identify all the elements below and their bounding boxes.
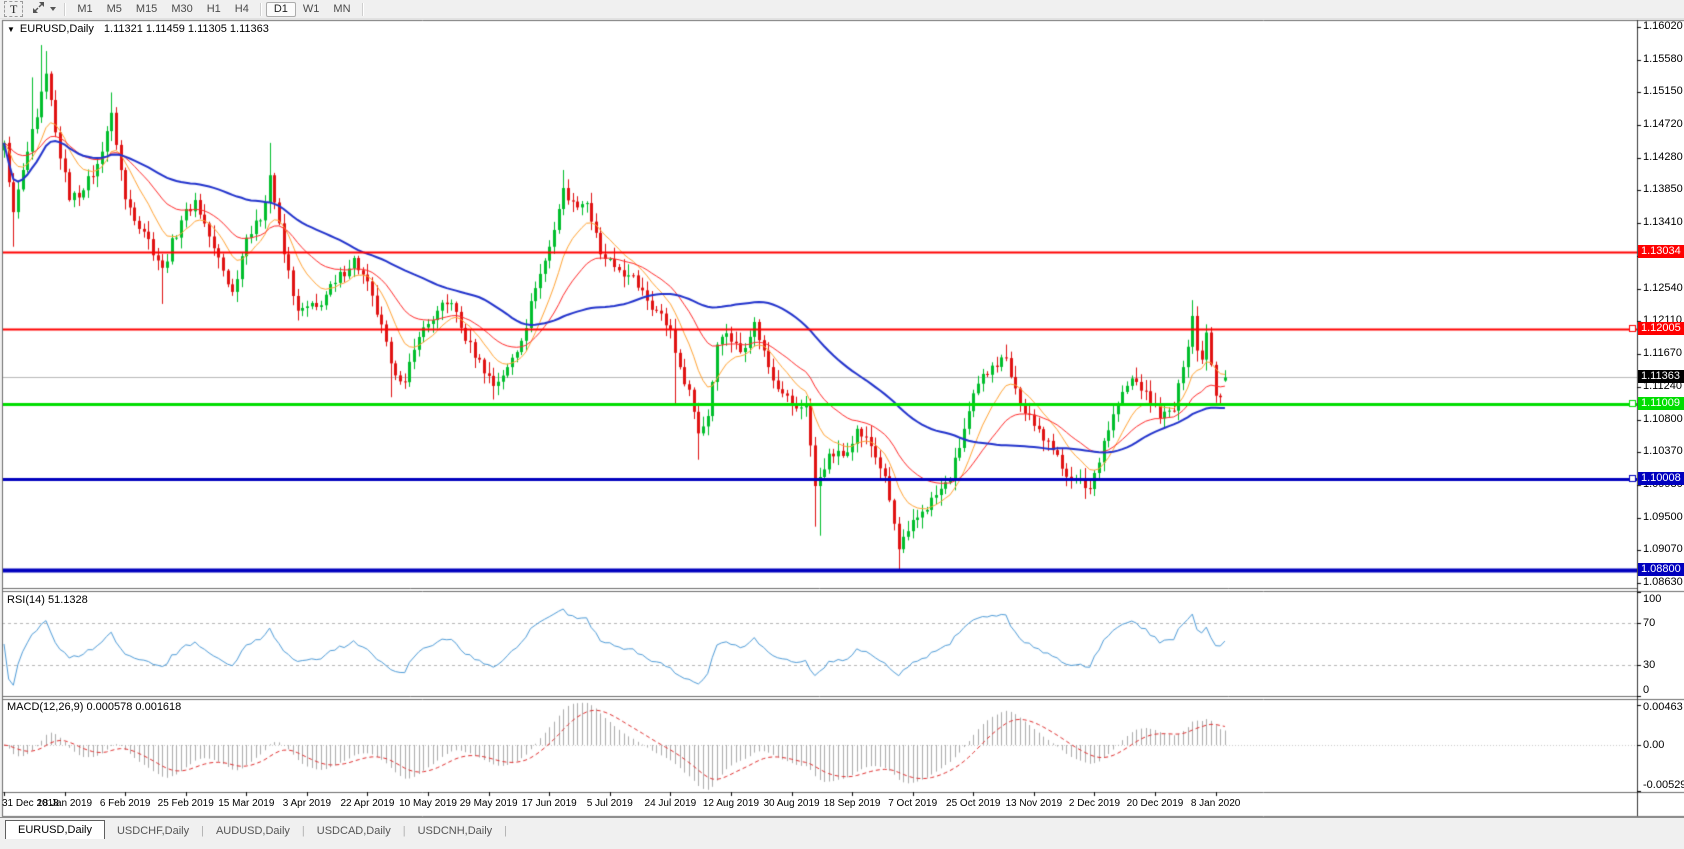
timeframe-group: M1M5M15M30H1H4 D1W1MN: [70, 2, 367, 17]
toolbar-separator: [260, 3, 262, 16]
arrows-icon: [31, 1, 46, 18]
tab-separator: |: [504, 822, 507, 840]
top-toolbar: T M1M5M15M30H1H4 D1W1MN: [0, 0, 1684, 19]
symbol-tab-bar: EURUSD,DailyUSDCHF,Daily|AUDUSD,Daily|US…: [0, 817, 1684, 840]
toolbar-separator: [64, 3, 66, 16]
arrows-tool-button[interactable]: [27, 2, 60, 16]
text-tool-button[interactable]: T: [4, 1, 23, 17]
mt4-window: T M1M5M15M30H1H4D1W1MN ▼ EURUSD,Daily 1.…: [0, 0, 1684, 849]
tab-audusd[interactable]: AUDUSD,Daily: [204, 822, 302, 840]
timeframe-mn-button[interactable]: MN: [326, 2, 357, 16]
tab-eurusd[interactable]: EURUSD,Daily: [5, 820, 105, 840]
tab-usdcad[interactable]: USDCAD,Daily: [305, 822, 403, 840]
timeframe-h4-button[interactable]: H4: [228, 2, 256, 16]
tab-usdchf[interactable]: USDCHF,Daily: [105, 822, 201, 840]
timeframe-h1-button[interactable]: H1: [200, 2, 228, 16]
timeframe-m1-button[interactable]: M1: [70, 2, 99, 16]
timeframe-m30-button[interactable]: M30: [164, 2, 199, 16]
timeframe-d1-button[interactable]: D1: [266, 2, 296, 17]
timeframe-m5-button[interactable]: M5: [100, 2, 129, 16]
toolbar-separator: [362, 3, 364, 16]
timeframe-m15-button[interactable]: M15: [129, 2, 164, 16]
tab-usdcnh[interactable]: USDCNH,Daily: [406, 822, 505, 840]
timeframe-w1-button[interactable]: W1: [296, 2, 327, 16]
price-chart-canvas[interactable]: [0, 0, 1684, 849]
chart-menu-caret-icon[interactable]: ▼: [7, 25, 15, 34]
dropdown-caret-icon[interactable]: [50, 7, 56, 11]
window-bottom-edge: [0, 839, 1684, 849]
